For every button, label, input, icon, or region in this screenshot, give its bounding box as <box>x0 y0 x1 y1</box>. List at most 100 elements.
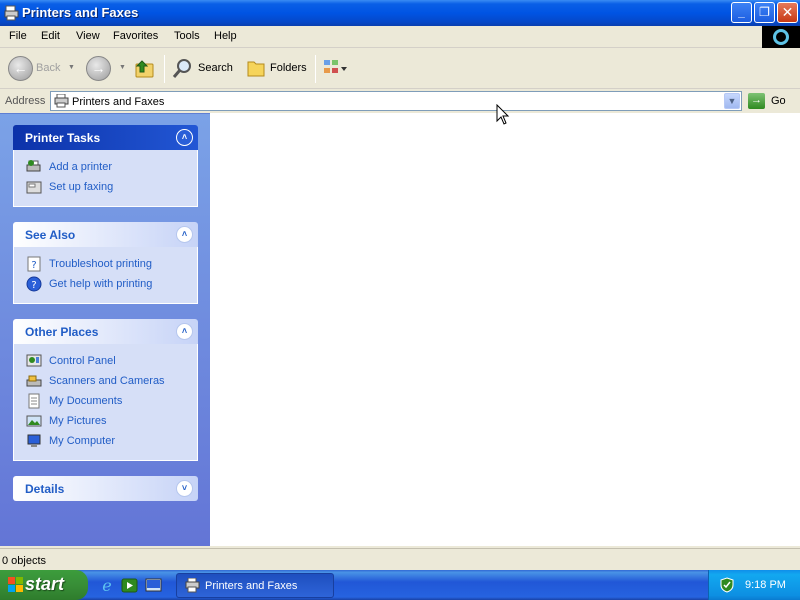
address-field[interactable]: Printers and Faxes ▼ <box>50 91 742 111</box>
task-label[interactable]: Scanners and Cameras <box>49 375 165 387</box>
folders-button-label[interactable]: Folders <box>270 62 307 74</box>
menu-favorites[interactable]: Favorites <box>113 30 158 42</box>
printer-folder-icon <box>4 5 19 21</box>
place-scanners-cameras[interactable]: Scanners and Cameras <box>24 372 197 392</box>
svg-text:?: ? <box>31 280 36 291</box>
start-label[interactable]: start <box>25 574 64 595</box>
place-control-panel[interactable]: Control Panel <box>24 352 197 372</box>
start-button[interactable]: start <box>0 570 88 600</box>
title-bar[interactable]: Printers and Faxes _ ❐ ✕ <box>0 0 800 26</box>
up-folder-icon[interactable] <box>134 57 156 79</box>
standard-toolbar: ← Back ▼ → ▼ Search Folders <box>0 49 800 89</box>
details-header[interactable]: Details ˅ <box>13 476 198 501</box>
address-bar: Address Printers and Faxes ▼ → Go <box>0 90 800 112</box>
address-value[interactable]: Printers and Faxes <box>72 96 164 108</box>
svg-text:e: e <box>102 577 111 594</box>
scanner-icon <box>26 375 42 387</box>
maximize-button[interactable]: ❐ <box>754 2 775 23</box>
collapse-chevron-icon[interactable]: ˄ <box>176 226 193 243</box>
menu-bar: File Edit View Favorites Tools Help <box>0 26 800 48</box>
show-desktop-icon[interactable] <box>145 577 162 594</box>
printer-tasks-title: Printer Tasks <box>25 131 101 145</box>
windows-flag-icon <box>8 577 23 592</box>
task-add-printer[interactable]: Add a printer <box>24 158 197 178</box>
task-label[interactable]: My Computer <box>49 435 115 447</box>
printer-tasks-body: Add a printer Set up faxing <box>13 150 198 207</box>
window-title: Printers and Faxes <box>22 5 139 20</box>
media-player-icon[interactable] <box>121 577 138 594</box>
back-button-label[interactable]: Back <box>36 62 60 74</box>
task-pane: Printer Tasks ˄ Add a printer Set up fax… <box>0 113 210 546</box>
svg-text:?: ? <box>31 260 36 271</box>
pictures-icon <box>26 415 42 427</box>
search-button-label[interactable]: Search <box>198 62 233 74</box>
printer-tasks-header[interactable]: Printer Tasks ˄ <box>13 125 198 150</box>
task-troubleshoot-printing[interactable]: ? Troubleshoot printing <box>24 255 197 275</box>
task-label[interactable]: Control Panel <box>49 355 116 367</box>
go-button[interactable]: → Go <box>748 92 798 110</box>
task-label[interactable]: My Pictures <box>49 415 106 427</box>
printer-folder-icon <box>54 94 69 108</box>
views-icon[interactable] <box>323 58 347 80</box>
task-label[interactable]: Add a printer <box>49 161 112 173</box>
place-my-computer[interactable]: My Computer <box>24 432 197 452</box>
windows-throbber <box>762 26 800 48</box>
search-icon[interactable] <box>172 57 194 79</box>
system-tray: 9:18 PM <box>708 570 800 600</box>
taskbar-button-label[interactable]: Printers and Faxes <box>205 580 297 592</box>
task-label[interactable]: Set up faxing <box>49 181 113 193</box>
collapse-chevron-icon[interactable]: ˄ <box>176 129 193 146</box>
address-label: Address <box>5 95 46 107</box>
clock[interactable]: 9:18 PM <box>745 579 786 591</box>
menu-tools[interactable]: Tools <box>174 30 200 42</box>
toolbar-separator <box>164 55 165 83</box>
back-icon[interactable]: ← <box>8 56 33 81</box>
task-setup-faxing[interactable]: Set up faxing <box>24 178 197 198</box>
see-also-panel: See Also ˄ ? Troubleshoot printing ? Get… <box>13 222 198 304</box>
see-also-body: ? Troubleshoot printing ? Get help with … <box>13 247 198 304</box>
printer-tasks-panel: Printer Tasks ˄ Add a printer Set up fax… <box>13 125 198 207</box>
place-my-pictures[interactable]: My Pictures <box>24 412 197 432</box>
help-page-icon: ? <box>27 256 41 272</box>
forward-dropdown-arrow[interactable]: ▼ <box>119 64 126 71</box>
address-dropdown-icon[interactable]: ▼ <box>724 93 740 109</box>
close-button[interactable]: ✕ <box>777 2 798 23</box>
task-label[interactable]: Troubleshoot printing <box>49 258 152 270</box>
see-also-header[interactable]: See Also ˄ <box>13 222 198 247</box>
mouse-cursor-icon <box>496 104 510 125</box>
security-shield-icon[interactable] <box>719 577 735 593</box>
details-panel: Details ˅ <box>13 476 198 501</box>
taskbar-button-printers[interactable]: Printers and Faxes <box>176 573 334 598</box>
printers-list-area[interactable] <box>210 113 800 546</box>
status-bar: 0 objects <box>0 548 800 570</box>
status-text: 0 objects <box>2 555 47 567</box>
other-places-title: Other Places <box>25 325 99 339</box>
forward-icon[interactable]: → <box>86 56 111 81</box>
menu-edit[interactable]: Edit <box>41 30 60 42</box>
collapse-chevron-icon[interactable]: ˄ <box>176 323 193 340</box>
menu-file[interactable]: File <box>9 30 27 42</box>
add-printer-icon <box>26 160 41 172</box>
computer-icon <box>27 434 41 447</box>
go-label[interactable]: Go <box>771 95 786 107</box>
toolbar-separator <box>315 55 316 83</box>
task-label[interactable]: My Documents <box>49 395 122 407</box>
menu-help[interactable]: Help <box>214 30 237 42</box>
other-places-header[interactable]: Other Places ˄ <box>13 319 198 344</box>
fax-icon <box>26 181 42 194</box>
menu-view[interactable]: View <box>76 30 100 42</box>
expand-chevron-icon[interactable]: ˅ <box>176 480 193 497</box>
minimize-button[interactable]: _ <box>731 2 752 23</box>
internet-explorer-icon[interactable]: e <box>99 577 116 594</box>
task-label[interactable]: Get help with printing <box>49 278 152 290</box>
back-dropdown-arrow[interactable]: ▼ <box>68 64 75 71</box>
control-panel-icon <box>26 354 42 367</box>
help-circle-icon: ? <box>26 276 42 292</box>
task-get-help-printing[interactable]: ? Get help with printing <box>24 275 197 295</box>
other-places-panel: Other Places ˄ Control Panel Scanners an… <box>13 319 198 461</box>
see-also-title: See Also <box>25 228 76 242</box>
other-places-body: Control Panel Scanners and Cameras My Do… <box>13 344 198 461</box>
folders-icon[interactable] <box>245 57 267 79</box>
place-my-documents[interactable]: My Documents <box>24 392 197 412</box>
go-arrow-icon[interactable]: → <box>748 93 765 109</box>
